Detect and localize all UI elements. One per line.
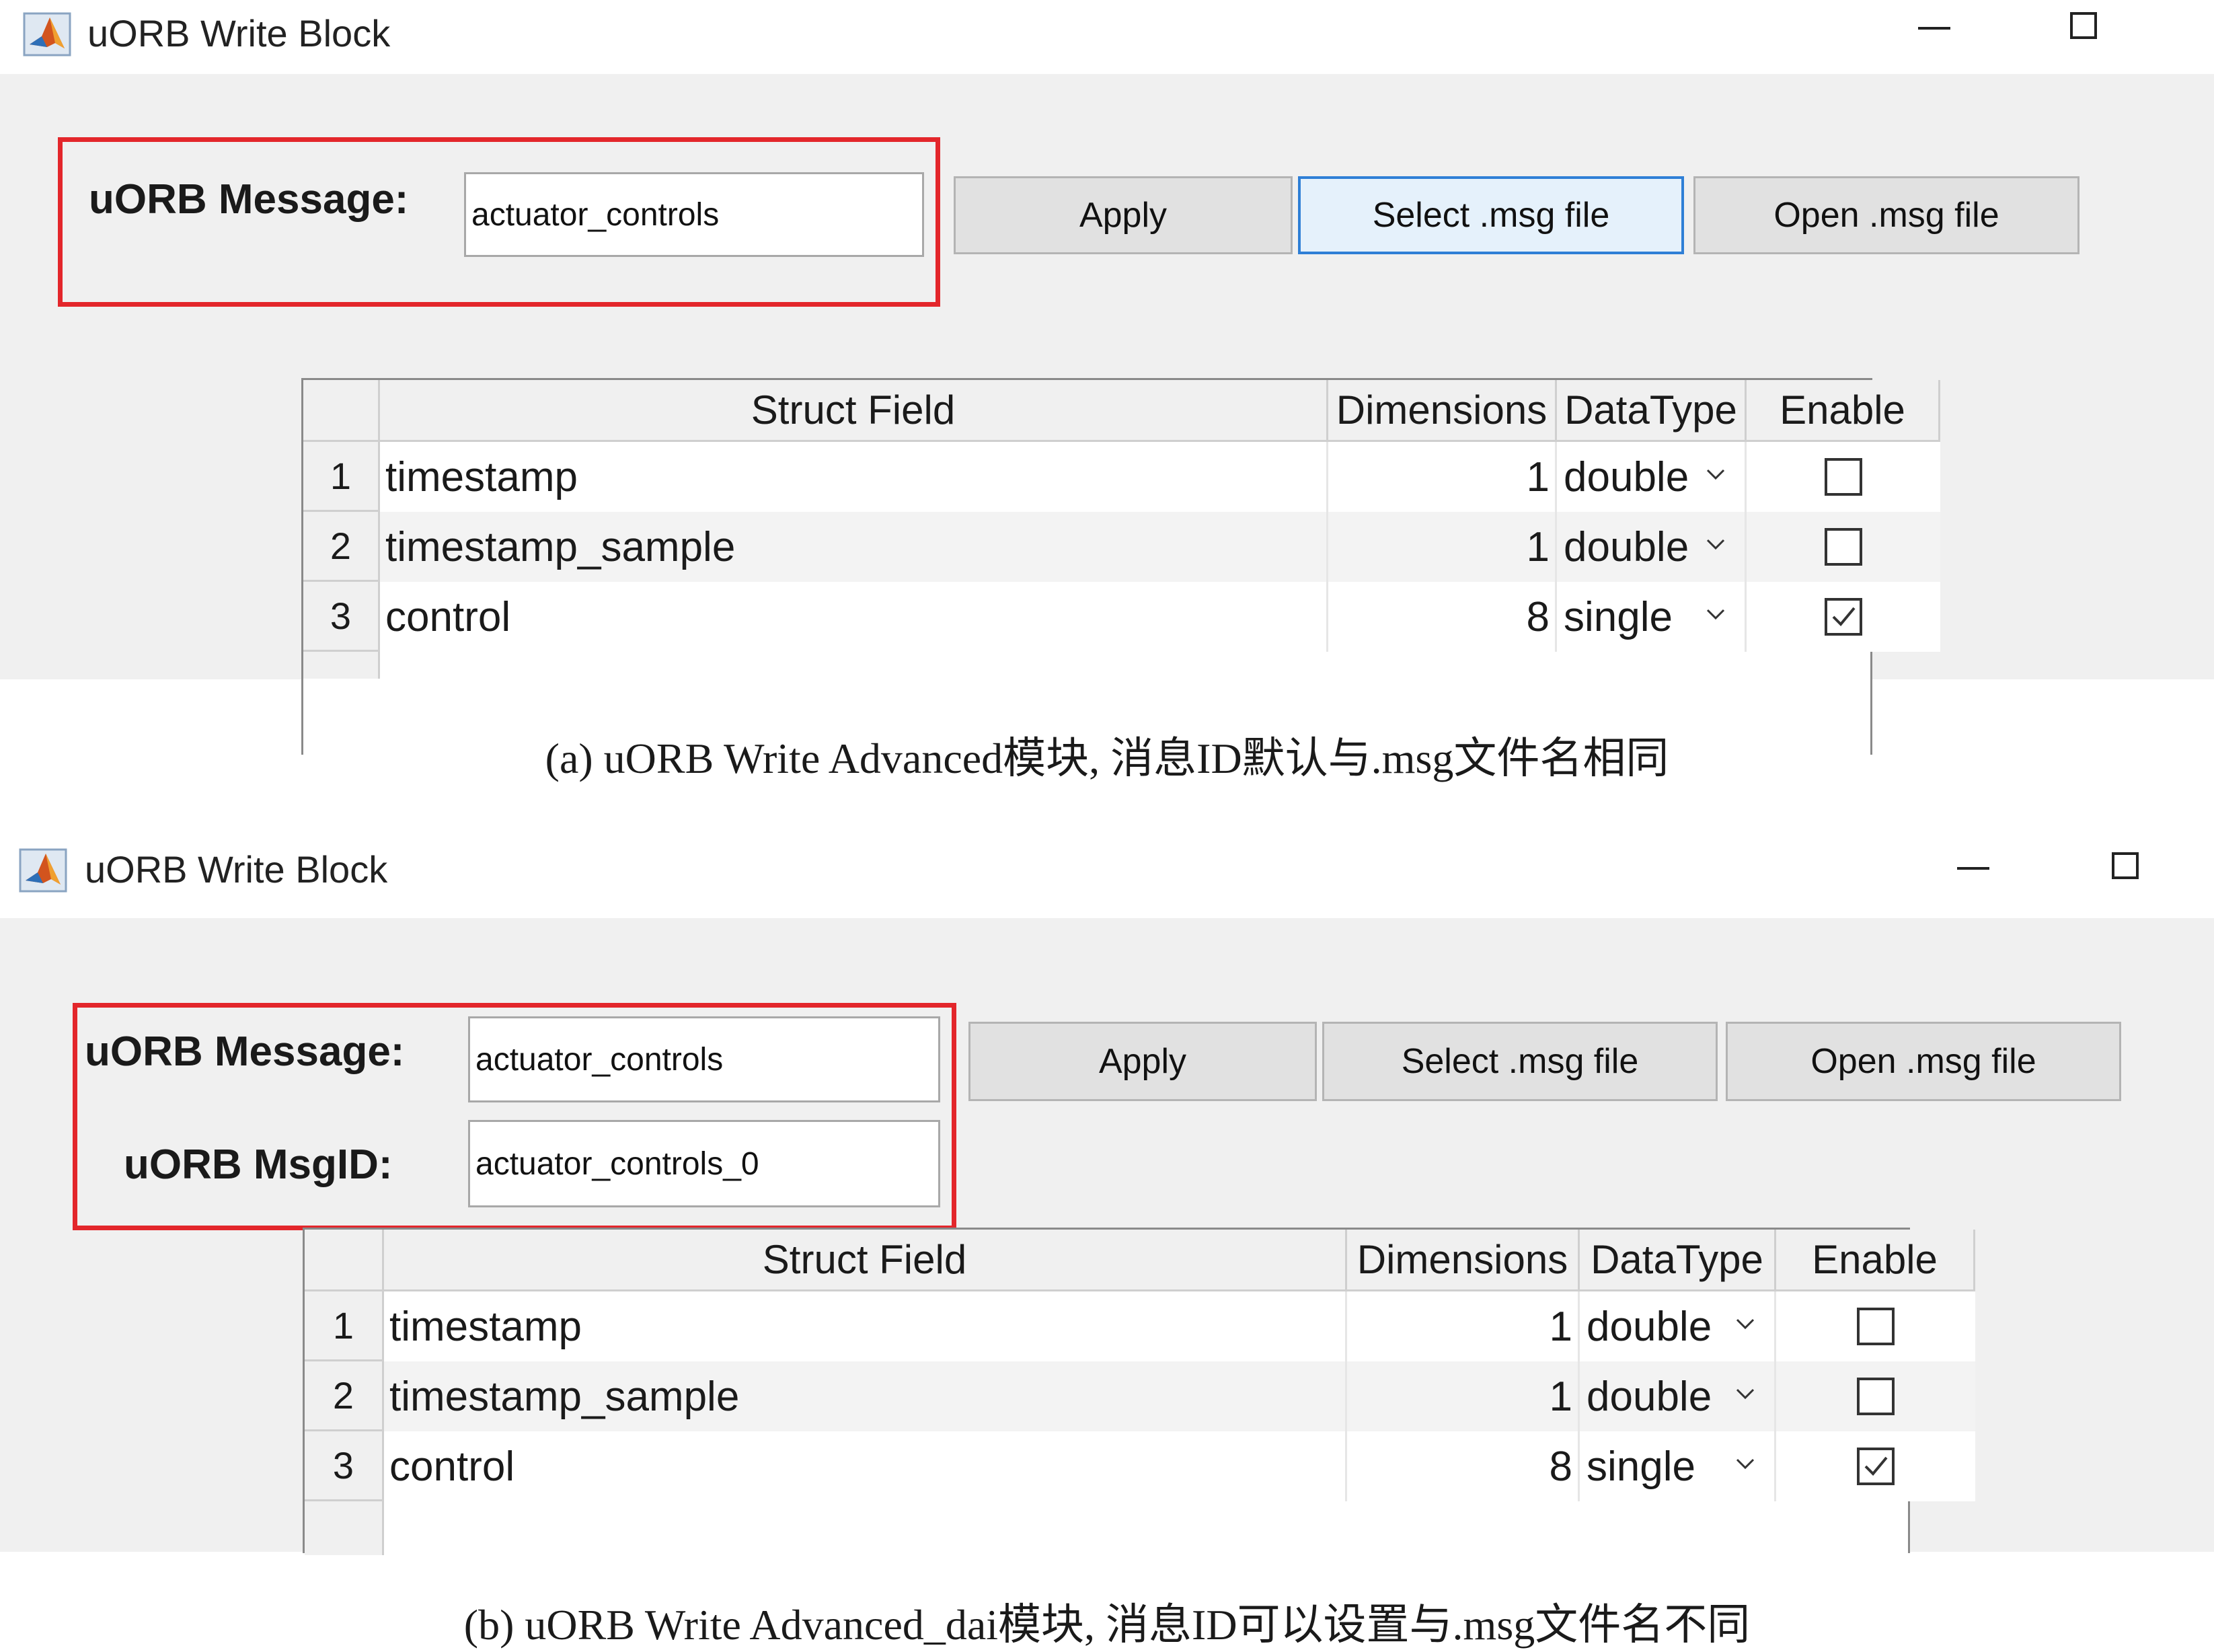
matlab-logo-icon [23,12,71,57]
msgid-input[interactable] [468,1120,940,1207]
open-msg-file-button[interactable]: Open .msg file [1726,1022,2121,1101]
row-number: 3 [303,582,380,652]
datatype-dropdown[interactable]: single [1557,582,1747,652]
dialog-content: uORB Message: Apply Select .msg file Ope… [0,74,2214,755]
message-label: uORB Message: [89,176,409,223]
enable-cell [1776,1291,1975,1361]
window-panel-a: uORB Write Block uORB Message: Apply Sel… [0,0,2214,755]
apply-button[interactable]: Apply [968,1022,1317,1101]
message-label: uORB Message: [85,1028,405,1075]
header-corner [305,1230,384,1291]
header-enable[interactable]: Enable [1776,1230,1975,1291]
datatype-value: double [1564,453,1689,500]
datatype-dropdown[interactable]: double [1557,512,1747,582]
datatype-value: single [1587,1443,1695,1490]
title-bar: uORB Write Block [0,824,2214,918]
row-number: 3 [305,1431,384,1501]
datatype-dropdown[interactable]: double [1580,1291,1776,1361]
row-number: 1 [305,1291,384,1361]
row-number: 2 [305,1361,384,1431]
window-title: uORB Write Block [87,12,391,54]
open-msg-file-button[interactable]: Open .msg file [1693,176,2079,254]
dialog-content: uORB Message: uORB MsgID: Apply Select .… [0,918,2214,1555]
message-input[interactable] [468,1016,940,1102]
dimensions-cell[interactable]: 1 [1328,512,1557,582]
enable-cell [1776,1361,1975,1431]
header-datatype[interactable]: DataType [1557,380,1747,442]
datatype-value: double [1587,1303,1712,1350]
caption-b: (b) uORB Write Advanced_dai模块, 消息ID可以设置与… [463,1601,1751,1649]
field-name-cell[interactable]: timestamp_sample [384,1361,1347,1431]
datatype-value: single [1564,593,1673,640]
datatype-value: double [1587,1373,1712,1420]
dimensions-cell[interactable]: 1 [1347,1291,1580,1361]
title-bar: uORB Write Block [0,0,2214,74]
datatype-dropdown[interactable]: double [1557,442,1747,512]
field-name-cell[interactable]: control [380,582,1328,652]
enable-checkbox[interactable] [1825,528,1862,566]
dimensions-cell[interactable]: 8 [1347,1431,1580,1501]
minimize-icon[interactable] [1918,27,1950,30]
enable-cell [1747,442,1940,512]
header-corner [303,380,380,442]
header-struct-field[interactable]: Struct Field [380,380,1328,442]
enable-checkbox[interactable] [1857,1448,1895,1485]
checkmark-icon [1832,607,1856,626]
checkmark-icon [1864,1456,1888,1476]
header-datatype[interactable]: DataType [1580,1230,1776,1291]
struct-field-table: Struct Field Dimensions DataType Enable … [303,1228,1975,1555]
caption-a: (a) uORB Write Advanced模块, 消息ID默认与.msg文件… [545,735,1669,782]
enable-cell [1776,1431,1975,1501]
header-dimensions[interactable]: Dimensions [1347,1230,1580,1291]
struct-field-table: Struct Field Dimensions DataType Enable … [301,378,1940,755]
apply-button[interactable]: Apply [954,176,1293,254]
field-name-cell[interactable]: timestamp [384,1291,1347,1361]
message-input[interactable] [464,172,924,257]
select-msg-file-button[interactable]: Select .msg file [1298,176,1684,254]
matlab-logo-icon [19,848,67,893]
row-number: 2 [303,512,380,582]
enable-checkbox[interactable] [1857,1308,1895,1345]
dimensions-cell[interactable]: 8 [1328,582,1557,652]
field-name-cell[interactable]: control [384,1431,1347,1501]
datatype-dropdown[interactable]: double [1580,1361,1776,1431]
dimensions-cell[interactable]: 1 [1347,1361,1580,1431]
window-title: uORB Write Block [85,848,388,891]
chevron-down-icon [1736,1318,1755,1330]
datatype-dropdown[interactable]: single [1580,1431,1776,1501]
chevron-down-icon [1706,539,1725,550]
row-number: 1 [303,442,380,512]
enable-checkbox[interactable] [1857,1378,1895,1415]
table-empty-area [305,1501,384,1555]
enable-cell [1747,582,1940,652]
enable-cell [1747,512,1940,582]
msgid-label: uORB MsgID: [124,1141,393,1188]
window-panel-b: uORB Write Block uORB Message: uORB MsgI… [0,824,2214,1555]
select-msg-file-button[interactable]: Select .msg file [1322,1022,1718,1101]
maximize-icon[interactable] [2070,12,2097,39]
chevron-down-icon [1736,1458,1755,1470]
header-enable[interactable]: Enable [1747,380,1940,442]
chevron-down-icon [1706,609,1725,620]
chevron-down-icon [1706,469,1725,480]
enable-checkbox[interactable] [1825,598,1862,636]
dimensions-cell[interactable]: 1 [1328,442,1557,512]
minimize-icon[interactable] [1957,867,1989,870]
chevron-down-icon [1736,1388,1755,1400]
header-struct-field[interactable]: Struct Field [384,1230,1347,1291]
enable-checkbox[interactable] [1825,458,1862,496]
table-empty-area [303,652,380,679]
header-dimensions[interactable]: Dimensions [1328,380,1557,442]
maximize-icon[interactable] [2112,852,2139,879]
datatype-value: double [1564,523,1689,570]
field-name-cell[interactable]: timestamp [380,442,1328,512]
field-name-cell[interactable]: timestamp_sample [380,512,1328,582]
